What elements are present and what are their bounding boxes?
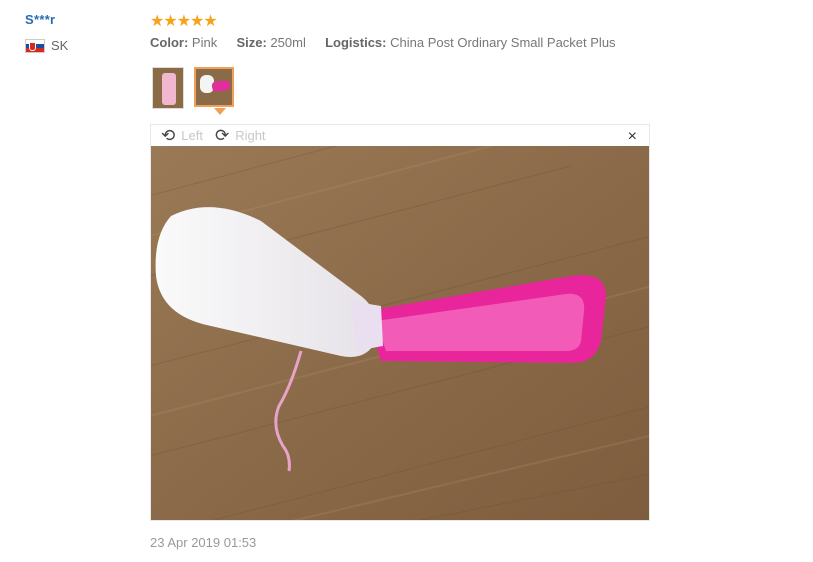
viewer-toolbar: ⟲ Left ⟳ Right ×: [151, 125, 649, 146]
reviewer-name[interactable]: S***r: [25, 12, 55, 27]
slovakia-flag-icon: [25, 38, 45, 53]
review-thumbnails: [152, 67, 234, 109]
rotate-left-icon: ⟲: [161, 126, 176, 145]
attr-logistics-label: Logistics:: [325, 35, 387, 50]
review-thumbnail-2[interactable]: [194, 67, 234, 107]
rotate-right-label: Right: [235, 128, 266, 143]
review-date: 23 Apr 2019 01:53: [150, 535, 257, 550]
review-photo: [151, 146, 649, 520]
review-attributes: Color: Pink Size: 250ml Logistics: China…: [150, 35, 616, 50]
attr-logistics-value: China Post Ordinary Small Packet Plus: [390, 35, 616, 50]
attr-color-value: Pink: [191, 35, 218, 50]
rotate-left-button[interactable]: ⟲ Left: [161, 127, 203, 144]
review-thumbnail-1[interactable]: [152, 67, 184, 109]
reviewer-country: SK: [25, 38, 68, 53]
review-photo-image: [151, 146, 649, 520]
rating-stars: ★★★★★: [150, 13, 218, 30]
close-icon[interactable]: ×: [628, 128, 637, 146]
image-viewer: ⟲ Left ⟳ Right ×: [150, 124, 650, 521]
attr-size-label: Size:: [236, 35, 267, 50]
attr-color-label: Color:: [150, 35, 189, 50]
country-code: SK: [51, 38, 69, 53]
rotate-right-button[interactable]: ⟳ Right: [215, 127, 266, 144]
rotate-left-label: Left: [181, 128, 203, 143]
rotate-right-icon: ⟳: [214, 126, 230, 145]
attr-size-value: 250ml: [270, 35, 306, 50]
active-thumbnail-indicator: [214, 108, 226, 115]
